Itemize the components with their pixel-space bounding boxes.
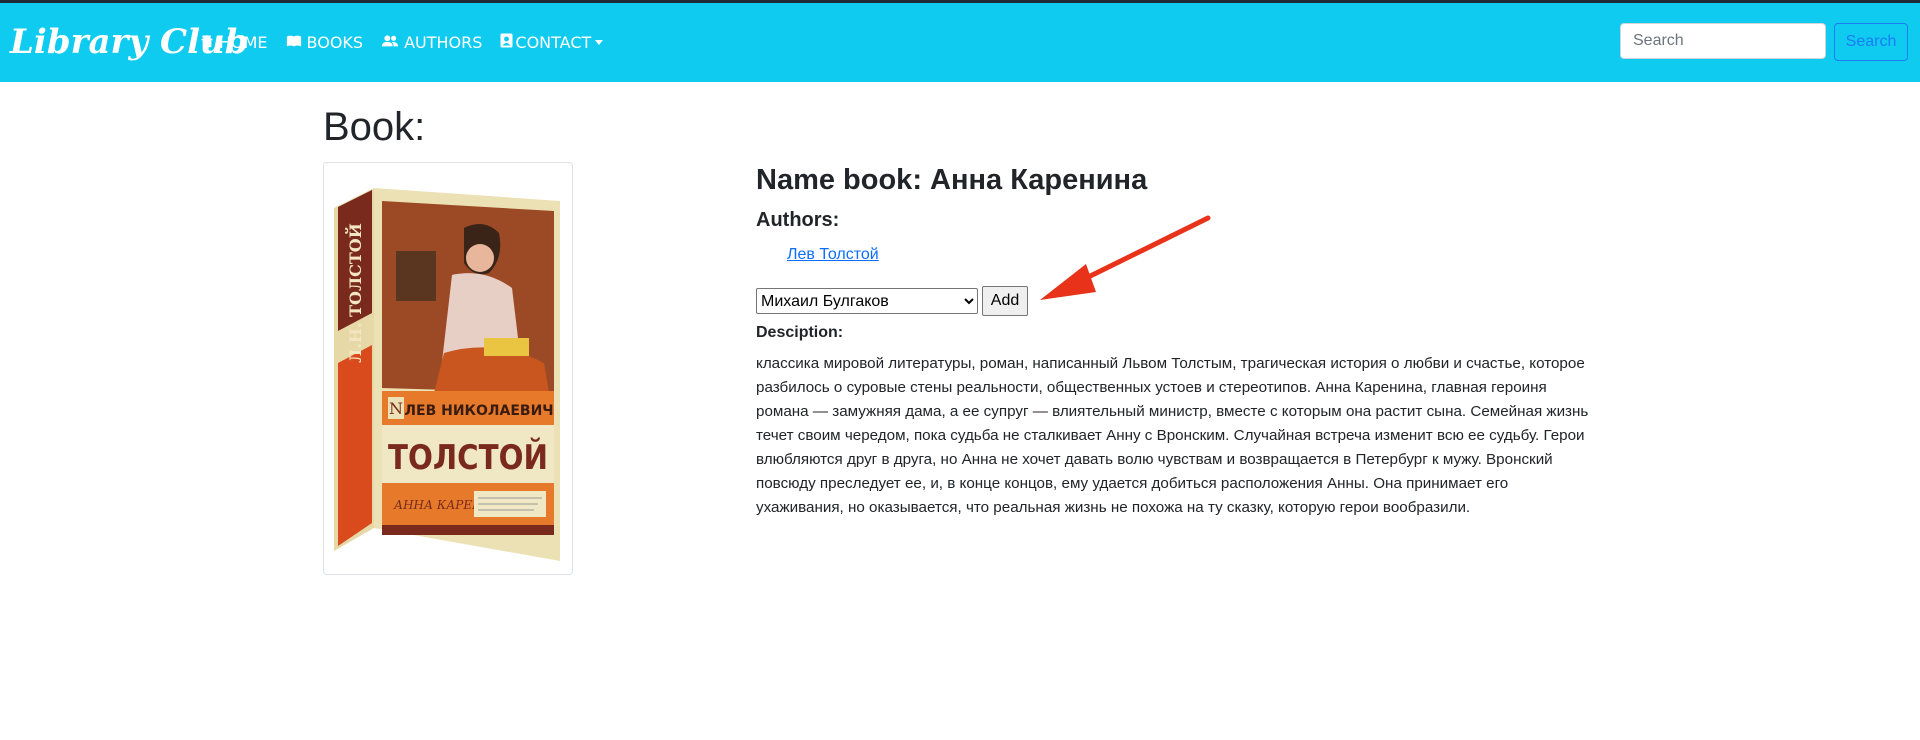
description-label: Desciption: [756, 324, 844, 341]
nav-home[interactable]: HOME [200, 33, 268, 52]
author-select[interactable]: Михаил Булгаков [756, 288, 978, 314]
book-cover-image: Л.Н. ТОЛСТОЙ N ЛЕВ НИКОЛАЕВИЧ ТОЛСТОЙ АН… [334, 188, 560, 561]
search-input[interactable] [1620, 23, 1826, 59]
cover-author-last: ТОЛСТОЙ [388, 437, 548, 478]
nav-authors-label: AUTHORS [404, 33, 483, 52]
nav-authors[interactable]: AUTHORS [381, 33, 482, 52]
book-name-heading: Name book: Анна Каренина [756, 164, 1148, 196]
nav-home-label: HOME [219, 33, 268, 52]
description-text: классика мировой литературы, роман, напи… [756, 355, 1589, 516]
cover-author-first: ЛЕВ НИКОЛАЕВИЧ [404, 403, 553, 419]
navbar: Library Club HOME BOOKS AUTHORS CONTACT [0, 3, 1920, 82]
search-button[interactable]: Search [1834, 23, 1908, 61]
contact-card-icon [500, 33, 513, 52]
book-cover-thumbnail: Л.Н. ТОЛСТОЙ N ЛЕВ НИКОЛАЕВИЧ ТОЛСТОЙ АН… [323, 162, 573, 575]
users-icon [381, 33, 399, 52]
nav-contact-label: CONTACT [515, 33, 592, 52]
nav-books[interactable]: BOOKS [286, 33, 364, 52]
nav-menu: HOME BOOKS AUTHORS CONTACT [200, 3, 621, 82]
add-author-button[interactable]: Add [982, 286, 1028, 316]
nav-contact-dropdown[interactable]: CONTACT [500, 33, 604, 52]
svg-text:N: N [389, 399, 403, 418]
home-icon [200, 33, 214, 52]
nav-books-label: BOOKS [306, 33, 364, 52]
annotation-arrow [1040, 215, 1211, 300]
chevron-down-icon [595, 40, 604, 45]
page-title: Book: [323, 105, 426, 149]
book-icon [286, 33, 302, 52]
spine-author: Л.Н. ТОЛСТОЙ [344, 223, 365, 363]
